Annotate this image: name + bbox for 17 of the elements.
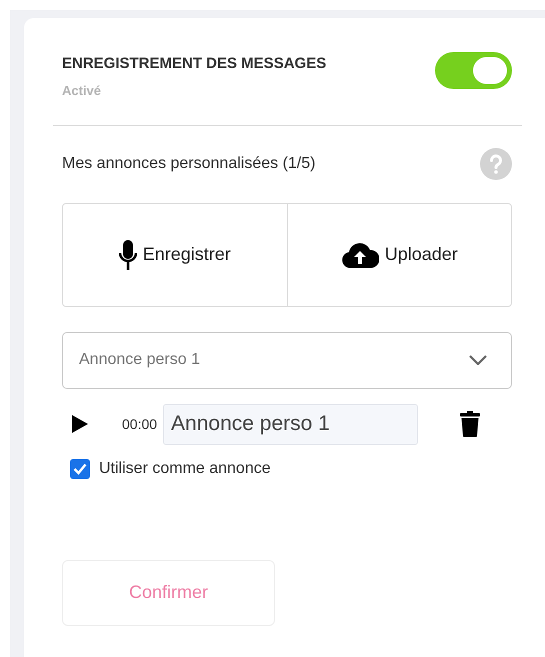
section-title: ENREGISTREMENT DES MESSAGES [62, 54, 326, 74]
name-input-field[interactable]: Annonce perso 1 [163, 404, 418, 444]
play-icon[interactable] [72, 415, 88, 433]
section-label: Mes annonces personnalisées (1/5) [62, 154, 316, 174]
status-text: Activé [62, 82, 102, 100]
chevron-down-icon [469, 355, 487, 365]
time-text: 00:00 [122, 414, 158, 434]
announcement-dropdown[interactable]: Annonce perso 1 [62, 332, 512, 388]
cloud-upload-icon [340, 242, 379, 268]
record-button[interactable]: Enregistrer [63, 204, 286, 306]
toggle-switch[interactable] [435, 52, 512, 89]
microphone-icon [118, 240, 137, 270]
upload-button[interactable]: Uploader [286, 204, 511, 306]
trash-icon[interactable] [460, 411, 480, 437]
checkmark-icon [73, 462, 87, 474]
checkbox[interactable] [70, 458, 90, 478]
checkbox-label: Utiliser comme annonce [99, 458, 271, 478]
